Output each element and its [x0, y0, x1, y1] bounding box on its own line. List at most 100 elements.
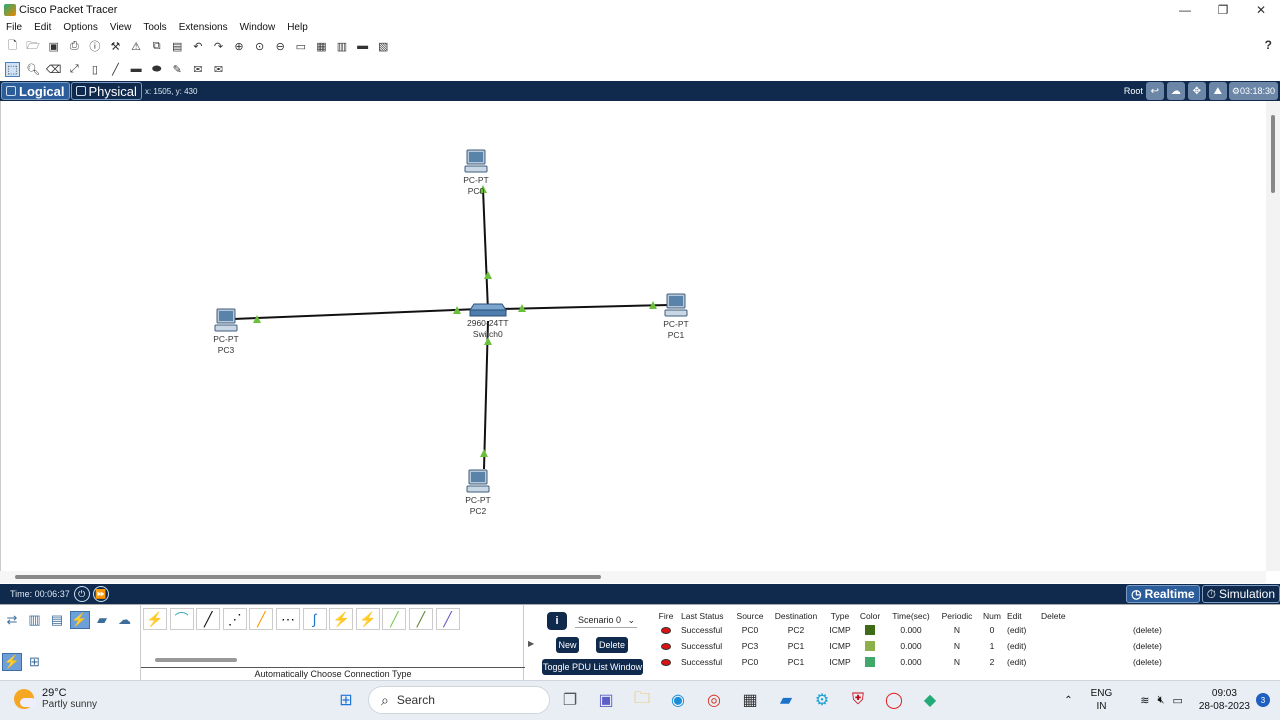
- network-devices-icon[interactable]: ⇄: [2, 611, 22, 629]
- link-pc1-switch0[interactable]: [500, 304, 670, 310]
- taskbar-search[interactable]: ⌕ Search: [368, 686, 550, 714]
- iot-custom-cable-icon[interactable]: ╱: [408, 608, 433, 630]
- tab-logical[interactable]: Logical: [1, 82, 70, 100]
- note-icon[interactable]: ▯: [87, 62, 102, 77]
- cluster-view-icon[interactable]: ☁: [1166, 82, 1185, 100]
- close-button[interactable]: ✕: [1242, 0, 1280, 20]
- menu-tools[interactable]: Tools: [143, 22, 166, 33]
- file-explorer-icon[interactable]: 🗀: [628, 685, 656, 715]
- zoom-out-icon[interactable]: ⊖: [273, 39, 288, 54]
- delete-icon[interactable]: ⌫: [46, 62, 62, 77]
- multiuser-icon[interactable]: ☁: [115, 611, 135, 629]
- usb-cable-icon[interactable]: ╱: [435, 608, 460, 630]
- delete-link-text[interactable]: (delete): [1133, 641, 1162, 651]
- power-cycle-icon[interactable]: ⏻: [73, 586, 90, 602]
- cluster-icon[interactable]: ▬: [355, 39, 370, 54]
- teams-chat-icon[interactable]: ▣: [592, 685, 620, 715]
- vertical-scrollbar[interactable]: [1266, 101, 1280, 571]
- resize-icon[interactable]: ⤢: [67, 62, 82, 77]
- delete-link-text[interactable]: (delete): [1133, 625, 1162, 635]
- table-row[interactable]: Successful PC3 PC1 ICMP 0.000 N 1 (edit)…: [648, 638, 1280, 654]
- language-indicator[interactable]: ENG IN: [1091, 687, 1113, 713]
- device-pc0[interactable]: PC-PT PC0: [463, 149, 489, 197]
- weather-widget[interactable]: 29°C Partly sunny: [14, 687, 97, 710]
- fire-cell[interactable]: [648, 658, 681, 666]
- fire-cell[interactable]: [648, 642, 681, 650]
- info-icon[interactable]: ⓘ: [87, 39, 102, 54]
- device-pc2[interactable]: PC-PT PC2: [465, 469, 491, 517]
- opera-browser-icon[interactable]: ◯: [880, 685, 908, 715]
- packet-tracer-taskbar-icon[interactable]: ◆: [916, 685, 944, 715]
- device-pc3[interactable]: PC-PT PC3: [213, 308, 239, 356]
- phone-cable-icon[interactable]: ⋯: [275, 608, 300, 630]
- components-icon[interactable]: ▤: [47, 611, 67, 629]
- undo-icon[interactable]: ↶: [190, 39, 205, 54]
- fast-forward-icon[interactable]: ⏩: [92, 586, 109, 602]
- scenario-select[interactable]: Scenario 0 ⌄: [575, 614, 637, 628]
- vscode-icon[interactable]: ▰: [772, 685, 800, 715]
- new-scenario-button[interactable]: New: [556, 637, 579, 653]
- viewport-icon[interactable]: ▥: [335, 39, 350, 54]
- edit-link[interactable]: (edit): [1007, 625, 1041, 635]
- coaxial-icon[interactable]: ∫: [302, 608, 327, 630]
- inspect-icon[interactable]: 🔍︎: [26, 62, 41, 77]
- menu-file[interactable]: File: [6, 22, 22, 33]
- task-view-icon[interactable]: ❐: [556, 685, 584, 715]
- complex-pdu-icon[interactable]: ✉: [211, 62, 226, 77]
- collapse-arrow-icon[interactable]: ▶: [528, 639, 534, 648]
- menu-help[interactable]: Help: [287, 22, 308, 33]
- image-icon[interactable]: ▧: [376, 39, 391, 54]
- console-cable-icon[interactable]: ⌒: [169, 608, 194, 630]
- table-row[interactable]: Successful PC0 PC2 ICMP 0.000 N 0 (edit)…: [648, 622, 1280, 638]
- copper-straight-icon[interactable]: ╱: [196, 608, 221, 630]
- end-devices-icon[interactable]: ▥: [25, 611, 45, 629]
- delete-link-text[interactable]: (delete): [1133, 657, 1162, 667]
- back-icon[interactable]: ↩: [1145, 82, 1164, 100]
- notification-badge[interactable]: 3: [1256, 693, 1270, 707]
- minimize-button[interactable]: —: [1166, 0, 1204, 20]
- new-icon[interactable]: 🗋: [5, 39, 20, 54]
- chevron-up-icon[interactable]: ⌃: [1064, 695, 1072, 706]
- connections-category-icon[interactable]: ⚡: [69, 611, 90, 629]
- octal-cable-icon[interactable]: ╱: [382, 608, 407, 630]
- print-icon[interactable]: ⎙: [67, 39, 82, 54]
- edge-browser-icon[interactable]: ◉: [664, 685, 692, 715]
- fiber-icon[interactable]: ╱: [249, 608, 274, 630]
- menu-window[interactable]: Window: [240, 22, 276, 33]
- restore-button[interactable]: ❐: [1204, 0, 1242, 20]
- ellipse-icon[interactable]: ⬬: [149, 62, 164, 77]
- wifi-icon[interactable]: ≋: [1140, 694, 1149, 707]
- miscellaneous-icon[interactable]: ▰: [92, 611, 112, 629]
- serial-dce-icon[interactable]: ⚡: [329, 608, 354, 630]
- line-icon[interactable]: ╱: [108, 62, 123, 77]
- fire-cell[interactable]: [648, 626, 681, 634]
- simple-pdu-icon[interactable]: ✉: [190, 62, 205, 77]
- save-icon[interactable]: ▣: [46, 39, 61, 54]
- edit-link[interactable]: (edit): [1007, 657, 1041, 667]
- move-icon[interactable]: ✥: [1187, 82, 1206, 100]
- python-icon[interactable]: ⚙: [808, 685, 836, 715]
- device-switch0[interactable]: 2960-24TT Switch0: [467, 300, 509, 340]
- horizontal-scrollbar[interactable]: [0, 571, 1266, 583]
- scroll-thumb[interactable]: [15, 575, 601, 579]
- paste-icon[interactable]: ▤: [170, 39, 185, 54]
- copper-crossover-icon[interactable]: ⋰: [222, 608, 247, 630]
- device-pc1[interactable]: PC-PT PC1: [663, 293, 689, 341]
- connection-scrollbar[interactable]: [155, 658, 237, 662]
- menu-options[interactable]: Options: [63, 22, 97, 33]
- freeform-icon[interactable]: ✎: [170, 62, 185, 77]
- toggle-pdu-list-button[interactable]: Toggle PDU List Window: [542, 659, 643, 675]
- date-time[interactable]: 09:03 28-08-2023: [1199, 687, 1250, 713]
- zoom-in-icon[interactable]: ⊕: [232, 39, 247, 54]
- copy-icon[interactable]: ⧉: [149, 39, 164, 54]
- select-icon[interactable]: ⬚: [5, 61, 20, 77]
- edit-link[interactable]: (edit): [1007, 641, 1041, 651]
- battery-icon[interactable]: ▭: [1172, 694, 1182, 707]
- menu-edit[interactable]: Edit: [34, 22, 51, 33]
- menu-extensions[interactable]: Extensions: [179, 22, 228, 33]
- tab-simulation[interactable]: ⏱ Simulation: [1201, 585, 1280, 603]
- grid-icon[interactable]: ⊞: [25, 653, 45, 671]
- mcafee-icon[interactable]: ⛨: [844, 685, 872, 715]
- chrome-browser-icon[interactable]: ◎: [700, 685, 728, 715]
- redo-icon[interactable]: ↷: [211, 39, 226, 54]
